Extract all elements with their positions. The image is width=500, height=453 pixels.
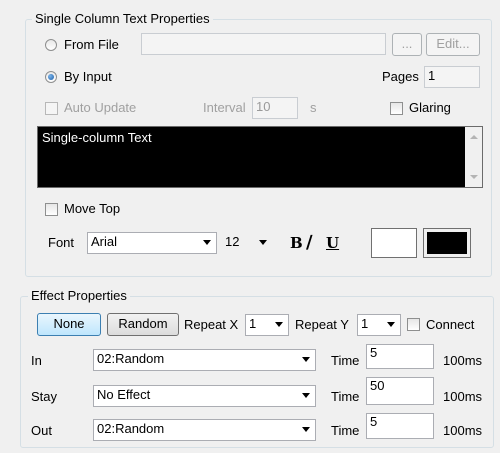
repeat-x-select[interactable]: 1 [245, 314, 289, 336]
chevron-down-icon [302, 427, 310, 432]
pages-field[interactable]: 1 [424, 66, 480, 88]
background-color-fill [427, 232, 467, 254]
chevron-down-icon [302, 393, 310, 398]
font-size-select[interactable]: 12 [221, 232, 273, 254]
random-button[interactable]: Random [107, 313, 179, 336]
out-time-field[interactable]: 5 [366, 413, 434, 439]
repeat-y-label: Repeat Y [295, 317, 349, 332]
chevron-down-icon [203, 240, 211, 245]
repeat-y-select[interactable]: 1 [357, 314, 401, 336]
italic-button[interactable]: ∕ [306, 234, 313, 252]
pages-label: Pages [382, 69, 419, 84]
stay-effect-value: No Effect [97, 387, 151, 402]
auto-update-label: Auto Update [64, 100, 137, 115]
by-input-label: By Input [64, 69, 112, 84]
font-select[interactable]: Arial [87, 232, 217, 254]
background-color-swatch[interactable] [423, 228, 471, 258]
scroll-down-icon[interactable] [470, 175, 478, 179]
stay-time-unit: 100ms [443, 389, 483, 404]
scroll-up-icon[interactable] [470, 135, 478, 139]
in-label: In [31, 353, 42, 368]
browse-button[interactable]: ... [392, 33, 422, 56]
chevron-down-icon [302, 357, 310, 362]
text-content-area[interactable]: Single-column Text [37, 126, 483, 188]
out-effect-value: 02:Random [97, 421, 165, 436]
none-button[interactable]: None [37, 313, 101, 336]
text-scrollbar[interactable] [465, 127, 482, 187]
move-top-checkbox[interactable] [45, 203, 58, 216]
text-properties-legend: Single Column Text Properties [32, 11, 213, 27]
interval-label: Interval [203, 100, 246, 115]
out-label: Out [31, 423, 52, 438]
chevron-down-icon [387, 322, 395, 327]
repeat-y-value: 1 [361, 316, 369, 331]
interval-field[interactable]: 10 [252, 97, 298, 119]
file-path-field[interactable] [141, 33, 386, 55]
font-value: Arial [91, 234, 118, 249]
stay-label: Stay [31, 389, 58, 404]
glaring-checkbox[interactable] [390, 102, 403, 115]
from-file-radio[interactable] [45, 39, 57, 51]
text-content: Single-column Text [42, 130, 152, 145]
in-effect-select[interactable]: 02:Random [93, 349, 316, 371]
in-time-field[interactable]: 5 [366, 344, 434, 369]
repeat-x-label: Repeat X [184, 317, 239, 332]
bold-button[interactable]: B [290, 234, 303, 252]
foreground-color-swatch[interactable] [371, 228, 417, 258]
out-time-unit: 100ms [443, 423, 483, 438]
font-label: Font [48, 235, 75, 250]
stay-time-label: Time [331, 389, 360, 404]
by-input-radio[interactable] [45, 71, 57, 83]
underline-button[interactable]: U [326, 234, 339, 252]
out-effect-select[interactable]: 02:Random [93, 419, 316, 441]
repeat-x-value: 1 [249, 316, 257, 331]
stay-time-field[interactable]: 50 [366, 377, 434, 405]
glaring-label: Glaring [409, 100, 451, 115]
stay-effect-select[interactable]: No Effect [93, 385, 316, 407]
edit-button[interactable]: Edit... [426, 33, 480, 56]
auto-update-checkbox[interactable] [45, 102, 58, 115]
in-effect-value: 02:Random [97, 351, 165, 366]
chevron-down-icon [259, 240, 267, 245]
effect-properties-legend: Effect Properties [28, 288, 130, 304]
out-time-label: Time [331, 423, 360, 438]
from-file-label: From File [64, 37, 119, 52]
chevron-down-icon [275, 322, 283, 327]
in-time-label: Time [331, 353, 360, 368]
move-top-label: Move Top [64, 201, 121, 216]
interval-unit: s [310, 100, 317, 115]
in-time-unit: 100ms [443, 353, 483, 368]
connect-checkbox[interactable] [407, 318, 420, 331]
radio-selected-dot [48, 74, 54, 80]
connect-label: Connect [426, 317, 475, 332]
font-size-value: 12 [225, 234, 240, 249]
